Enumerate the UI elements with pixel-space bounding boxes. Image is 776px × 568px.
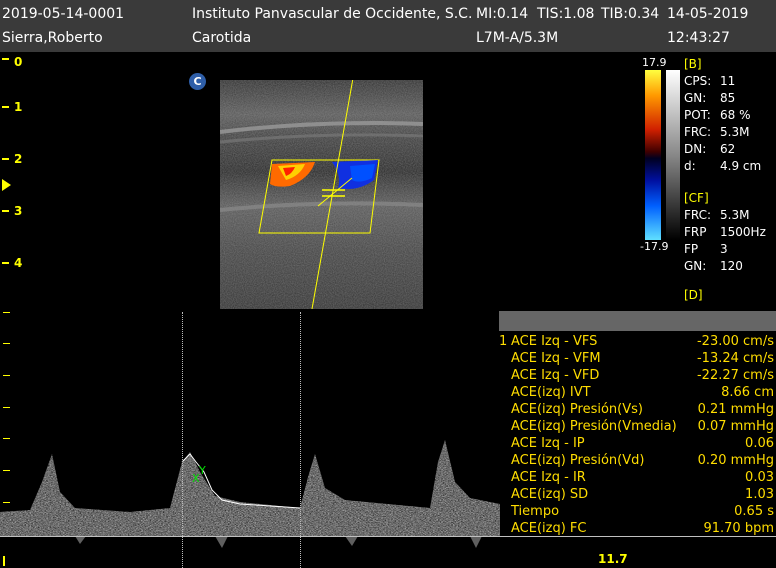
depth-tick [2, 58, 9, 60]
measurement-row: ACE(izq) Presión(Vmedia) 0.07 mmHg [511, 419, 774, 434]
measurement-header-bar [499, 311, 776, 331]
depth-tick [2, 106, 9, 108]
measurement-index: 1 [499, 334, 508, 349]
spectral-doppler-trace[interactable]: X Y [0, 312, 500, 568]
header-bar: 2019-05-14-0001 Sierra,Roberto Instituto… [0, 0, 776, 52]
measurement-row: 1 ACE Izq - VFS -23.00 cm/s [499, 334, 774, 349]
color-flow-header: [CF] [684, 191, 709, 205]
scale-corner-marker [3, 556, 5, 566]
depth-label: 2 [14, 152, 23, 166]
param-row: POT: 68 % [684, 108, 751, 122]
measurement-row: ACE Izq - VFM -13.24 cm/s [511, 351, 774, 366]
depth-label: 1 [14, 100, 23, 114]
bmode-image[interactable] [220, 80, 423, 309]
param-row: GN: 85 [684, 91, 736, 105]
measurement-row: ACE(izq) IVT 8.66 cm [511, 385, 774, 400]
color-scale-min: -17.9 [640, 240, 669, 253]
parameter-panel: [B] CPS: 11 GN: 85 POT: 68 % FRC: 5.3M DN: 62… [684, 56, 776, 304]
time-cursor-end[interactable] [300, 312, 301, 568]
exam-date: 14-05-2019 [667, 6, 749, 22]
mechanical-index: MI:0.14 [476, 6, 529, 22]
param-row: FP 3 [684, 242, 728, 256]
measurement-row: ACE Izq - VFD -22.27 cm/s [511, 368, 774, 383]
measurement-row: ACE(izq) FC 91.70 bpm [511, 521, 774, 536]
measurement-row: Tiempo 0.65 s [511, 504, 774, 519]
depth-label: 3 [14, 204, 23, 218]
patient-id: 2019-05-14-0001 [2, 6, 125, 22]
orientation-badge: C [189, 73, 206, 90]
color-scale-max: 17.9 [642, 56, 667, 69]
param-row: d: 4.9 cm [684, 159, 762, 173]
time-cursor-start[interactable] [182, 312, 183, 568]
param-row: FRP 1500Hz [684, 225, 766, 239]
depth-tick [2, 158, 9, 160]
patient-name: Sierra,Roberto [2, 30, 103, 46]
depth-tick [2, 210, 9, 212]
thermal-index-bone: TIB:0.34 [601, 6, 660, 22]
measurement-panel: 1 ACE Izq - VFS -23.00 cm/s ACE Izq - VF… [499, 311, 776, 541]
measurement-row: ACE Izq - IR 0.03 [511, 470, 774, 485]
param-row: DN: 62 [684, 142, 736, 156]
exam-time: 12:43:27 [667, 30, 730, 46]
probe-info: L7M-A/5.3M [476, 30, 559, 46]
measurement-row: ACE Izq - IP 0.06 [511, 436, 774, 451]
color-flow-scale [645, 70, 661, 240]
exam-type: Carotida [192, 30, 252, 46]
measurement-row: ACE(izq) Presión(Vs) 0.21 mmHg [511, 402, 774, 417]
grayscale-map [666, 70, 680, 240]
marker-y: Y [198, 464, 206, 477]
depth-label: 4 [14, 256, 23, 270]
depth-label: 0 [14, 55, 23, 69]
focus-marker-icon[interactable] [2, 179, 11, 191]
param-row: FRC: 5.3M [684, 125, 750, 139]
thermal-index-soft: TIS:1.08 [537, 6, 595, 22]
depth-tick [2, 262, 9, 264]
institution-name: Instituto Panvascular de Occidente, S.C. [192, 6, 473, 22]
measurement-row: ACE(izq) SD 1.03 [511, 487, 774, 502]
doppler-scale-value: 11.7 [598, 552, 628, 566]
b-mode-header: [B] [684, 57, 702, 71]
param-row: CPS: 11 [684, 74, 736, 88]
param-row: FRC: 5.3M [684, 208, 750, 222]
measurement-row: ACE(izq) Presión(Vd) 0.20 mmHg [511, 453, 774, 468]
param-row: GN: 120 [684, 259, 743, 273]
doppler-header: [D] [684, 288, 703, 302]
